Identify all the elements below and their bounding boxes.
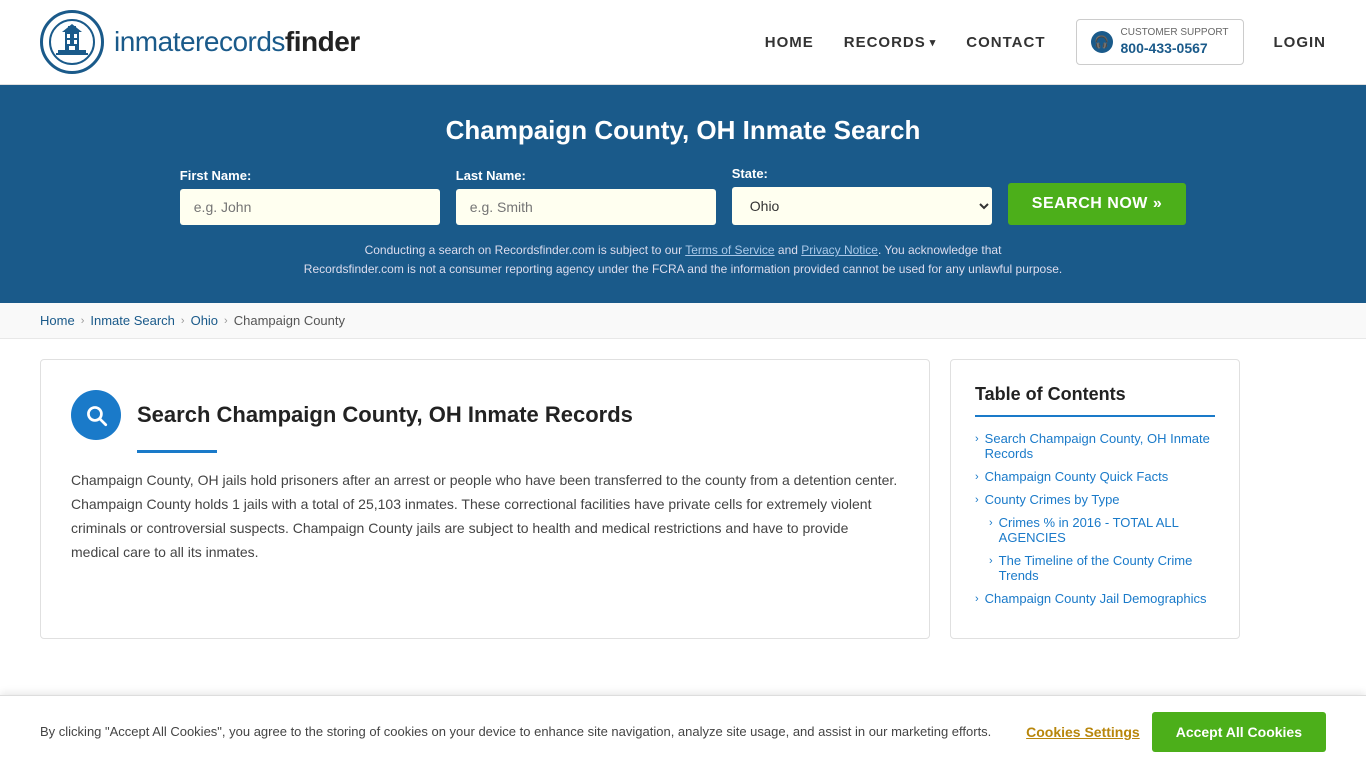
hero-banner: Champaign County, OH Inmate Search First… xyxy=(0,85,1366,303)
breadcrumb-sep-1: › xyxy=(81,315,85,327)
chevron-right-icon: › xyxy=(989,517,993,529)
list-item: › Champaign County Quick Facts xyxy=(975,469,1215,484)
search-section-icon xyxy=(71,390,121,440)
state-select[interactable]: Ohio Alabama Alaska California Florida N… xyxy=(732,187,992,225)
content-body: Champaign County, OH jails hold prisoner… xyxy=(71,469,899,564)
breadcrumb: Home › Inmate Search › Ohio › Champaign … xyxy=(0,303,1366,339)
login-button[interactable]: LOGIN xyxy=(1274,34,1327,51)
toc-title: Table of Contents xyxy=(975,384,1215,405)
cookie-settings-button[interactable]: Cookies Settings xyxy=(1026,724,1140,740)
logo-text: inmaterecordsfinder xyxy=(114,26,360,58)
section-title-row: Search Champaign County, OH Inmate Recor… xyxy=(71,390,899,440)
chevron-right-icon: › xyxy=(975,494,979,506)
last-name-input[interactable] xyxy=(456,189,716,225)
list-item: › Search Champaign County, OH Inmate Rec… xyxy=(975,431,1215,461)
toc-item-1[interactable]: › Champaign County Quick Facts xyxy=(975,469,1215,484)
cookie-banner: By clicking "Accept All Cookies", you ag… xyxy=(0,695,1366,768)
search-button[interactable]: SEARCH NOW » xyxy=(1008,183,1186,225)
section-title: Search Champaign County, OH Inmate Recor… xyxy=(137,402,633,428)
site-header: inmaterecordsfinder HOME RECORDS ▾ CONTA… xyxy=(0,0,1366,85)
table-of-contents: Table of Contents › Search Champaign Cou… xyxy=(950,359,1240,639)
nav-records[interactable]: RECORDS ▾ xyxy=(844,34,937,51)
accept-all-button[interactable]: Accept All Cookies xyxy=(1152,712,1326,752)
toc-item-0[interactable]: › Search Champaign County, OH Inmate Rec… xyxy=(975,431,1215,461)
logo-area: inmaterecordsfinder xyxy=(40,10,360,74)
search-form: First Name: Last Name: State: Ohio Alaba… xyxy=(40,166,1326,225)
toc-item-5[interactable]: › Champaign County Jail Demographics xyxy=(975,591,1215,606)
disclaimer-text: Conducting a search on Recordsfinder.com… xyxy=(40,241,1326,279)
toc-item-3[interactable]: › Crimes % in 2016 - TOTAL ALL AGENCIES xyxy=(989,515,1215,545)
breadcrumb-sep-3: › xyxy=(224,315,228,327)
toc-list: › Search Champaign County, OH Inmate Rec… xyxy=(975,431,1215,606)
breadcrumb-county: Champaign County xyxy=(234,313,345,328)
title-underline xyxy=(137,450,217,453)
chevron-right-icon: › xyxy=(975,593,979,605)
chevron-right-icon: › xyxy=(975,433,979,445)
customer-support-box[interactable]: 🎧 CUSTOMER SUPPORT 800-433-0567 xyxy=(1076,19,1244,64)
chevron-right-icon: › xyxy=(989,555,993,567)
first-name-label: First Name: xyxy=(180,168,440,183)
privacy-link[interactable]: Privacy Notice xyxy=(801,243,878,257)
list-item: › Champaign County Jail Demographics xyxy=(975,591,1215,606)
breadcrumb-ohio[interactable]: Ohio xyxy=(191,313,218,328)
last-name-label: Last Name: xyxy=(456,168,716,183)
list-item: › County Crimes by Type xyxy=(975,492,1215,507)
nav-contact[interactable]: CONTACT xyxy=(966,34,1045,51)
headset-icon: 🎧 xyxy=(1091,31,1113,53)
hero-title: Champaign County, OH Inmate Search xyxy=(40,115,1326,146)
cookie-actions: Cookies Settings Accept All Cookies xyxy=(1026,712,1326,752)
list-item: › Crimes % in 2016 - TOTAL ALL AGENCIES xyxy=(975,515,1215,545)
chevron-right-icon: › xyxy=(975,471,979,483)
toc-item-2[interactable]: › County Crimes by Type xyxy=(975,492,1215,507)
toc-underline xyxy=(975,415,1215,417)
list-item: › The Timeline of the County Crime Trend… xyxy=(975,553,1215,583)
toc-item-4[interactable]: › The Timeline of the County Crime Trend… xyxy=(989,553,1215,583)
last-name-group: Last Name: xyxy=(456,168,716,225)
breadcrumb-inmate-search[interactable]: Inmate Search xyxy=(90,313,175,328)
breadcrumb-home[interactable]: Home xyxy=(40,313,75,328)
state-label: State: xyxy=(732,166,992,181)
nav-home[interactable]: HOME xyxy=(765,34,814,51)
first-name-group: First Name: xyxy=(180,168,440,225)
breadcrumb-sep-2: › xyxy=(181,315,185,327)
content-left: Search Champaign County, OH Inmate Recor… xyxy=(40,359,930,639)
first-name-input[interactable] xyxy=(180,189,440,225)
support-text: CUSTOMER SUPPORT 800-433-0567 xyxy=(1121,26,1229,57)
records-chevron-icon: ▾ xyxy=(930,36,937,49)
state-group: State: Ohio Alabama Alaska California Fl… xyxy=(732,166,992,225)
cookie-text: By clicking "Accept All Cookies", you ag… xyxy=(40,722,1006,742)
main-content: Search Champaign County, OH Inmate Recor… xyxy=(0,339,1280,659)
terms-link[interactable]: Terms of Service xyxy=(685,243,774,257)
logo-icon xyxy=(40,10,104,74)
main-nav: HOME RECORDS ▾ CONTACT 🎧 CUSTOMER SUPPOR… xyxy=(765,19,1326,64)
